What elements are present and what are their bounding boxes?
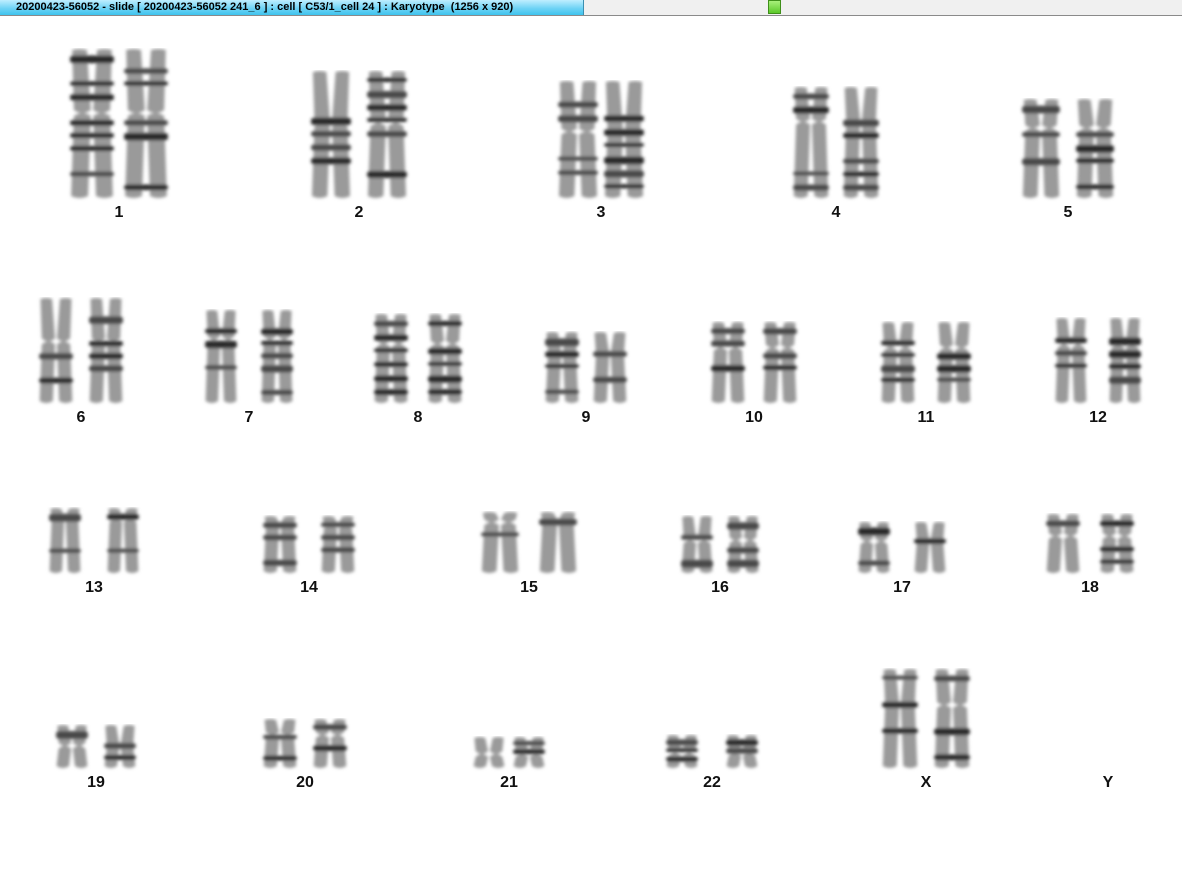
chromatid-18-1 (1046, 514, 1080, 573)
chromatid-19-2 (104, 725, 136, 768)
chromatid-2-2 (367, 71, 407, 198)
chromatid-12-1 (1055, 318, 1087, 403)
chromosome-label-1: 1 (114, 204, 124, 221)
chromosome-label-10: 10 (745, 409, 763, 426)
chromatid-16-1 (681, 516, 713, 573)
chromosome-pair-8[interactable] (369, 313, 467, 407)
chromatid-8-1 (374, 314, 408, 403)
chromatid-12-2 (1109, 318, 1141, 403)
chromosome-label-11: 11 (917, 409, 935, 426)
chromosome-pair-15[interactable] (476, 511, 582, 577)
chromatid-15-2 (539, 512, 577, 573)
chromatid-8-2 (428, 314, 462, 403)
chromosome-label-5: 5 (1063, 204, 1073, 221)
chromatid-9-1 (545, 332, 579, 403)
chromatid-3-2 (604, 81, 644, 198)
chromosome-label-17: 17 (893, 579, 911, 596)
chromosome-label-8: 8 (413, 409, 423, 426)
chromosome-label-y: Y (1102, 774, 1114, 791)
status-indicator-icon (768, 0, 781, 14)
chromosome-pair-9[interactable] (540, 331, 632, 407)
chromatid-2-1 (311, 71, 351, 198)
chromatid-13-1 (49, 508, 81, 573)
chromosome-pair-14[interactable] (258, 515, 360, 577)
chromosome-label-16: 16 (711, 579, 729, 596)
chromosome-pair-6[interactable] (34, 297, 128, 407)
chromatid-9-2 (593, 332, 627, 403)
chromosome-label-12: 12 (1089, 409, 1107, 426)
chromosome-pair-21[interactable] (468, 736, 550, 772)
chromatid-19-1 (56, 725, 88, 768)
chromatid-17-1 (858, 522, 890, 573)
chromosome-pair-12[interactable] (1050, 317, 1146, 407)
chromosome-label-22: 22 (703, 774, 721, 791)
chromatid-10-2 (763, 322, 797, 403)
chromosome-label-9: 9 (581, 409, 591, 426)
chromatid-6-1 (39, 298, 73, 403)
chromosome-pair-3[interactable] (553, 80, 649, 202)
chromatid-21-2 (513, 737, 545, 768)
chromosome-pair-18[interactable] (1041, 513, 1139, 577)
chromatid-1-2 (124, 49, 168, 198)
chromatid-3-1 (558, 81, 598, 198)
chromatid-11-1 (881, 322, 915, 403)
chromatid-20-2 (313, 719, 347, 768)
chromosome-label-3: 3 (596, 204, 606, 221)
chromosome-pair-5[interactable] (1017, 98, 1119, 202)
chromatid-x-1 (882, 669, 918, 768)
chromosome-pair-20[interactable] (258, 718, 352, 772)
chromosome-label-18: 18 (1081, 579, 1099, 596)
chromatid-17-2 (914, 522, 946, 573)
chromosome-pair-7[interactable] (200, 309, 298, 407)
chromatid-1-1 (70, 49, 114, 198)
chromosome-pair-10[interactable] (706, 321, 802, 407)
window-titlebar: 20200423-56052 - slide [ 20200423-56052 … (0, 0, 1182, 16)
chromosome-label-20: 20 (296, 774, 314, 791)
chromatid-20-1 (263, 719, 297, 768)
chromatid-15-1 (481, 512, 519, 573)
chromosome-pair-2[interactable] (306, 70, 412, 202)
chromatid-4-1 (793, 87, 829, 198)
chromosome-label-2: 2 (354, 204, 364, 221)
karyotype-panel: 1 2 3 4 5 6 7 8 9 10 11 12 13 14 15 16 17 18 19 20 21 22 X Y (0, 17, 1182, 875)
chromatid-7-1 (205, 310, 237, 403)
chromosome-label-7: 7 (244, 409, 254, 426)
window-title[interactable]: 20200423-56052 - slide [ 20200423-56052 … (0, 0, 584, 15)
chromosome-pair-1[interactable] (65, 48, 173, 202)
chromosome-pair-x[interactable] (877, 668, 975, 772)
chromatid-5-1 (1022, 99, 1060, 198)
chromosome-pair-17[interactable] (853, 521, 951, 577)
chromatid-21-1 (473, 737, 505, 768)
chromosome-label-19: 19 (87, 774, 105, 791)
chromatid-x-2 (934, 669, 970, 768)
chromosome-label-21: 21 (500, 774, 518, 791)
chromatid-6-2 (89, 298, 123, 403)
chromatid-18-2 (1100, 514, 1134, 573)
chromatid-11-2 (937, 322, 971, 403)
chromosome-label-14: 14 (300, 579, 318, 596)
chromosome-pair-16[interactable] (676, 515, 764, 577)
chromatid-5-2 (1076, 99, 1114, 198)
chromosome-label-6: 6 (76, 409, 86, 426)
chromosome-pair-4[interactable] (788, 86, 884, 202)
chromatid-14-1 (263, 516, 297, 573)
chromosome-pair-19[interactable] (51, 724, 141, 772)
chromosome-label-4: 4 (831, 204, 841, 221)
chromatid-14-2 (321, 516, 355, 573)
chromatid-16-2 (727, 516, 759, 573)
chromosome-pair-13[interactable] (44, 507, 144, 577)
chromatid-22-2 (726, 735, 758, 768)
chromatid-13-2 (107, 508, 139, 573)
chromosome-label-15: 15 (520, 579, 538, 596)
chromosome-pair-22[interactable] (661, 734, 763, 772)
chromosome-pair-11[interactable] (876, 321, 976, 407)
chromosome-label-x: X (920, 774, 932, 791)
chromatid-10-1 (711, 322, 745, 403)
chromatid-22-1 (666, 735, 698, 768)
chromosome-label-13: 13 (85, 579, 103, 596)
chromatid-7-2 (261, 310, 293, 403)
chromatid-4-2 (843, 87, 879, 198)
